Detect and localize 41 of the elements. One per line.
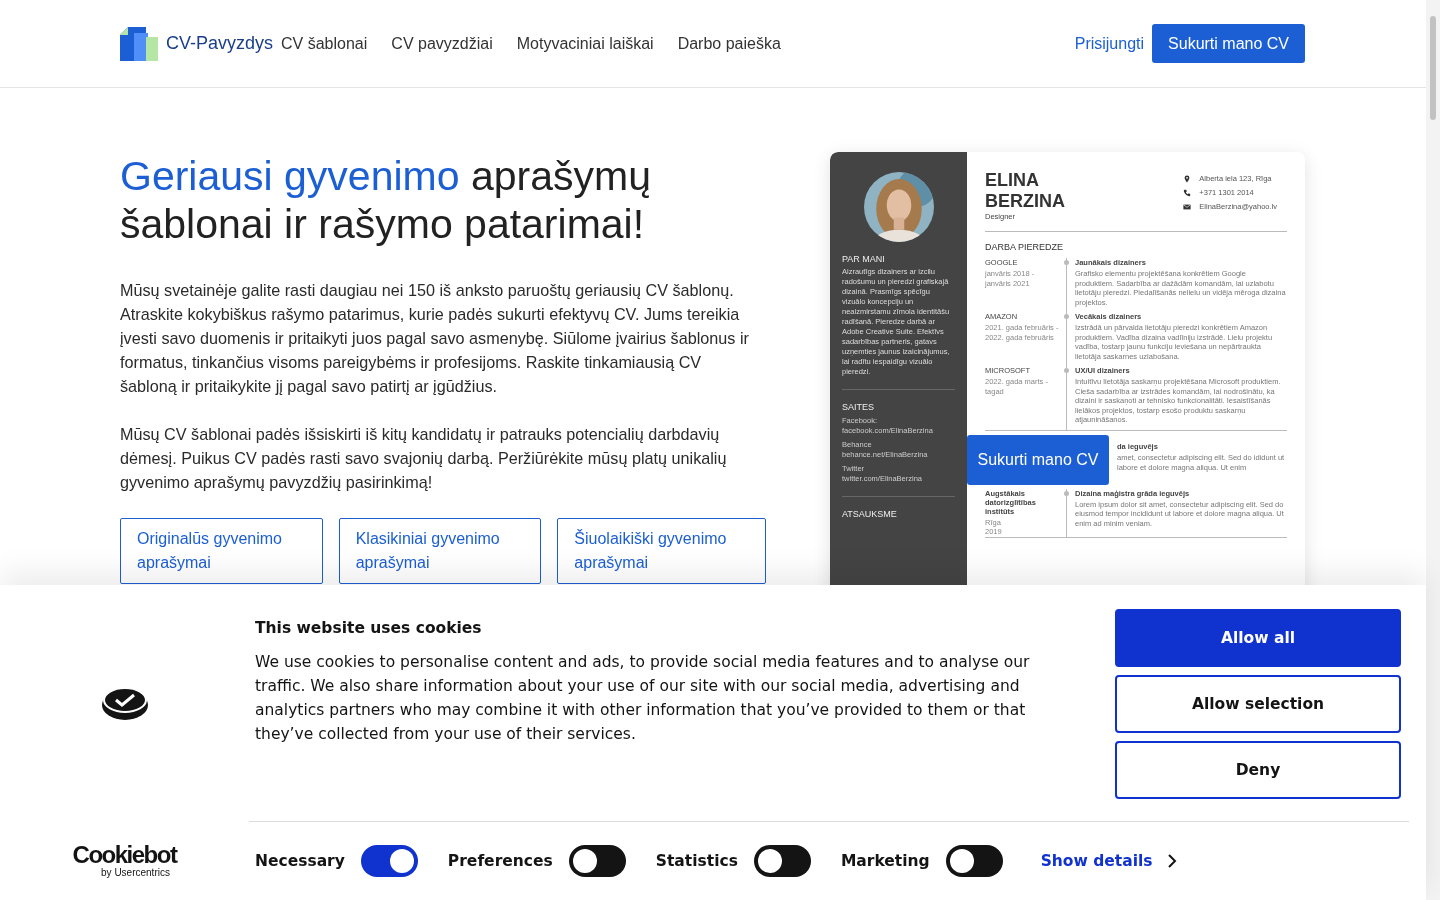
section-title: ATSAUKSME [842,509,898,519]
nav-link[interactable]: CV pavyzdžiai [391,34,493,53]
section-title: DARBA PIEREDZE [985,242,1065,252]
brand-tagline: by Usercentrics [101,867,170,878]
intro-paragraph: Mūsų CV šablonai padės išsiskirti iš kitų kandidatų ir patrauks potencialių darbdavių dėmesį. Puikus CV padės rasti savo svajonių darbą. Peržiūrėkite mūsų platų unikalių gyvenimo aprašymų pavyzdžių pasirinkimą! [120,424,728,493]
cv-name: ELINA [985,170,1040,191]
category-button[interactable]: Šiuolaikiški gyvenimo aprašymai [557,518,766,584]
consent-button[interactable]: Allow selection [1115,675,1401,733]
create-cv-button[interactable]: Sukurti mano CV [1152,24,1305,63]
toggle-label: Statistics [655,852,738,870]
nav-link[interactable]: CV šablonai [281,34,368,53]
section-title: SAITES [842,402,875,412]
toggle-switch[interactable] [360,845,418,877]
toggle-switch[interactable] [753,845,811,877]
cv-name: BERZINA [985,191,1065,212]
hero-title: Geriausi gyvenimo aprašymų šablonai ir rašymo patarimai! [120,152,652,248]
show-details-link[interactable]: Show details [1040,852,1177,870]
toggle-switch[interactable] [945,845,1003,877]
toggle-label: Necessary [255,852,345,870]
category-button[interactable]: Klasikiniai gyvenimo aprašymai [338,518,542,584]
chevron-icon [1166,854,1177,868]
login-link[interactable]: Prisijungti [1074,34,1145,53]
cookie-text: We use cookies to personalise content and ads, to provide social media features and to analyse our traffic. We also share information about your use of our site with our social media, advertising and analytics partners who may combine it with other information that you’ve provided to them or that they’ve collected from your use of their services. [255,652,1031,745]
consent-button[interactable]: Allow all [1115,609,1401,667]
phone-icon [1183,188,1192,197]
toggle-label: Preferences [447,852,553,870]
cookie-title: This website uses cookies [255,619,483,637]
toggle-label: Marketing [840,852,930,870]
location-pin-icon [1183,174,1192,183]
nav-link[interactable]: Motyvaciniai laiškai [516,34,654,53]
toggle-switch[interactable] [568,845,626,877]
envelope-icon [1183,202,1192,211]
logo-icon[interactable] [120,26,158,61]
category-button[interactable]: Originalūs gyvenimo aprašymai [120,518,323,584]
logo-text[interactable]: CV-Pavyzdys [166,33,274,54]
consent-button[interactable]: Deny [1115,741,1401,799]
brand-name: Cookiebot [72,843,177,867]
nav-link[interactable]: Darbo paieška [677,34,781,53]
intro-paragraph: Mūsų svetainėje galite rasti daugiau nei 150 iš anksto paruoštų geriausių CV šablonų. Atraskite kokybiškus rašymo patarimus, kurie padės sukurti efektyvų CV. Jums tereikia įvesti savo duomenis ir pritaikyti juos pagal savo asmenybę. Siūlome įvairius šablonus ir formatus, tinkančius visoms pareigybėms ir profesijoms. Raskite tinkamiausią CV šabloną ir pritaikykite jį pagal savo patirtį ar įgūdžius. [120,280,750,397]
create-cv-button[interactable]: Sukurti mano CV [967,434,1109,485]
section-title: PAR MANI [842,254,886,264]
